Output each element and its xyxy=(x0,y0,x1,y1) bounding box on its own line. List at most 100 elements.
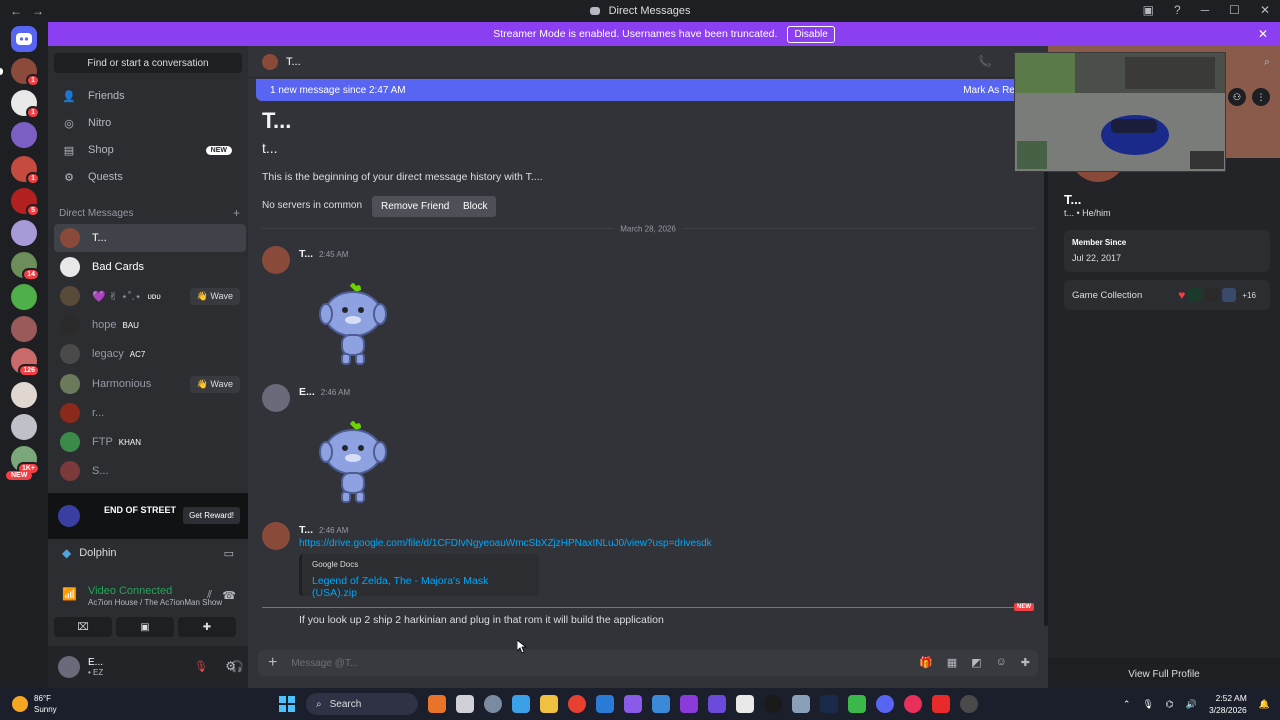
avatar[interactable] xyxy=(58,656,80,678)
dm-item[interactable]: r... xyxy=(54,399,246,427)
obs-icon[interactable] xyxy=(960,695,978,713)
activities-button[interactable]: ✚ xyxy=(178,617,236,637)
dm-item[interactable]: Bad Cards xyxy=(54,253,246,281)
find-conversation-button[interactable]: Find or start a conversation xyxy=(54,53,242,73)
start-icon[interactable] xyxy=(278,695,296,713)
wave-button[interactable]: 👋 Wave xyxy=(189,375,240,393)
new-unreads-pill[interactable]: NEW xyxy=(6,471,33,480)
disable-streamer-button[interactable]: Disable xyxy=(787,25,835,43)
server-avatar[interactable] xyxy=(11,284,37,310)
chevron-up-icon[interactable]: ⌃ xyxy=(1123,699,1131,710)
app-icon[interactable] xyxy=(932,695,950,713)
avatar[interactable] xyxy=(262,246,290,274)
settings-gear-icon[interactable]: ⚙ xyxy=(225,659,236,673)
game-collection-card[interactable]: Game Collection ♥ +16 xyxy=(1064,280,1270,310)
server-avatar[interactable]: 1 xyxy=(11,156,40,185)
spotify-icon[interactable] xyxy=(848,695,866,713)
nav-friends[interactable]: 👤 Friends xyxy=(54,84,242,108)
app-icon[interactable] xyxy=(708,695,726,713)
get-reward-button[interactable]: Get Reward! xyxy=(183,507,240,524)
server-avatar[interactable]: 1K+ xyxy=(11,446,40,475)
widget-icon[interactable] xyxy=(428,695,446,713)
message-author[interactable]: T... 2:46 AM xyxy=(299,524,348,536)
inbox-icon[interactable]: ▣ xyxy=(1143,3,1154,17)
embed-title-link[interactable]: Legend of Zelda, The - Majora's Mask (US… xyxy=(312,575,529,599)
avatar[interactable] xyxy=(262,384,290,412)
server-avatar[interactable] xyxy=(11,220,37,246)
gif-icon[interactable]: ▦ xyxy=(947,656,957,669)
new-messages-bar[interactable]: 1 new message since 2:47 AM Mark As Read xyxy=(256,79,1040,101)
emoji-icon[interactable]: ☺ xyxy=(996,656,1007,669)
wumpus-sticker[interactable] xyxy=(308,418,398,508)
screen-share-icon[interactable]: ▭ xyxy=(224,547,234,560)
disconnect-icon[interactable]: ☎ xyxy=(222,589,236,602)
chrome-icon[interactable] xyxy=(568,695,586,713)
mute-icon[interactable]: 🎙 xyxy=(194,660,208,673)
nav-quests[interactable]: ⚙ Quests xyxy=(54,165,242,189)
server-avatar[interactable]: 5 xyxy=(11,188,40,217)
app-icon[interactable] xyxy=(764,695,782,713)
wumpus-sticker[interactable] xyxy=(308,280,398,370)
server-avatar[interactable] xyxy=(11,382,37,408)
sticker-icon[interactable]: ◩ xyxy=(971,656,981,669)
volume-icon[interactable]: 🔊 xyxy=(1186,699,1197,710)
camera-off-button[interactable]: ⌧ xyxy=(54,617,112,637)
message-link[interactable]: https://drive.google.com/file/d/1CFDIvNg… xyxy=(299,538,712,549)
more-options-icon[interactable]: ⋮ xyxy=(1252,88,1270,106)
gamepad-icon[interactable] xyxy=(624,695,642,713)
server-avatar[interactable]: 1 xyxy=(11,58,40,87)
steam-icon[interactable] xyxy=(820,695,838,713)
attach-plus-icon[interactable]: + xyxy=(268,654,277,672)
message-input[interactable] xyxy=(291,657,892,669)
discord-icon[interactable] xyxy=(876,695,894,713)
block-button[interactable]: Block xyxy=(454,196,497,217)
dm-item[interactable]: 💜 ✌ ⋆˚.⋆ ᴜᴅᴜ 👋 Wave xyxy=(54,282,246,310)
remove-friend-button[interactable]: Remove Friend xyxy=(372,196,459,217)
voice-status[interactable]: Video Connected xyxy=(88,585,172,597)
dolphin-icon[interactable] xyxy=(652,695,670,713)
app-icon[interactable] xyxy=(680,695,698,713)
shield-icon[interactable] xyxy=(792,695,810,713)
store-icon[interactable] xyxy=(512,695,530,713)
gift-icon[interactable]: 🎁 xyxy=(919,656,933,669)
notepad-icon[interactable] xyxy=(596,695,614,713)
weather-widget[interactable]: 86°F Sunny xyxy=(12,693,57,715)
close-icon[interactable]: ✕ xyxy=(1258,27,1268,41)
stream-preview[interactable] xyxy=(1014,52,1226,172)
app-icon[interactable] xyxy=(904,695,922,713)
nav-shop[interactable]: ▤ Shop NEW xyxy=(54,138,242,162)
message-author[interactable]: T... 2:45 AM xyxy=(299,248,348,260)
chat-header-name[interactable]: T... xyxy=(286,56,301,68)
clock[interactable]: 2:52 AM 3/28/2026 xyxy=(1209,692,1247,716)
network-icon[interactable]: ⌬ xyxy=(1166,699,1174,710)
add-friend-icon[interactable]: ⚇ xyxy=(1228,88,1246,106)
wave-button[interactable]: 👋 Wave xyxy=(189,287,240,305)
file-explorer-icon[interactable] xyxy=(540,695,558,713)
back-arrow-icon[interactable]: ← xyxy=(10,4,22,18)
apps-icon[interactable]: ✚ xyxy=(1021,656,1030,669)
app-icon[interactable] xyxy=(736,695,754,713)
close-window-button[interactable]: ✕ xyxy=(1260,3,1270,17)
dm-item[interactable]: FTP KHAN xyxy=(54,428,246,456)
notifications-icon[interactable]: 🔔 xyxy=(1259,699,1270,710)
create-dm-icon[interactable]: + xyxy=(233,206,240,220)
server-avatar[interactable]: 1 xyxy=(11,90,40,119)
server-avatar[interactable] xyxy=(11,122,37,148)
task-view-icon[interactable] xyxy=(456,695,474,713)
voice-call-icon[interactable]: 📞 xyxy=(978,55,992,68)
message-author[interactable]: E... 2:46 AM xyxy=(299,386,350,398)
dm-item[interactable]: Harmonious 👋 Wave xyxy=(54,370,246,398)
view-full-profile-button[interactable]: View Full Profile xyxy=(1048,662,1280,686)
dm-item[interactable]: hope BAU xyxy=(54,311,246,339)
minimize-button[interactable]: ─ xyxy=(1201,3,1210,17)
server-avatar[interactable] xyxy=(11,414,37,440)
dm-item[interactable]: T... xyxy=(54,224,246,252)
settings-icon[interactable] xyxy=(484,695,502,713)
nav-nitro[interactable]: ◎ Nitro xyxy=(54,111,242,135)
server-avatar[interactable]: 14 xyxy=(11,252,40,281)
maximize-button[interactable]: ☐ xyxy=(1229,3,1240,17)
forward-arrow-icon[interactable]: → xyxy=(32,4,44,18)
microphone-icon[interactable]: 🎙 xyxy=(1142,699,1153,710)
avatar[interactable] xyxy=(262,522,290,550)
home-button[interactable] xyxy=(11,26,37,52)
